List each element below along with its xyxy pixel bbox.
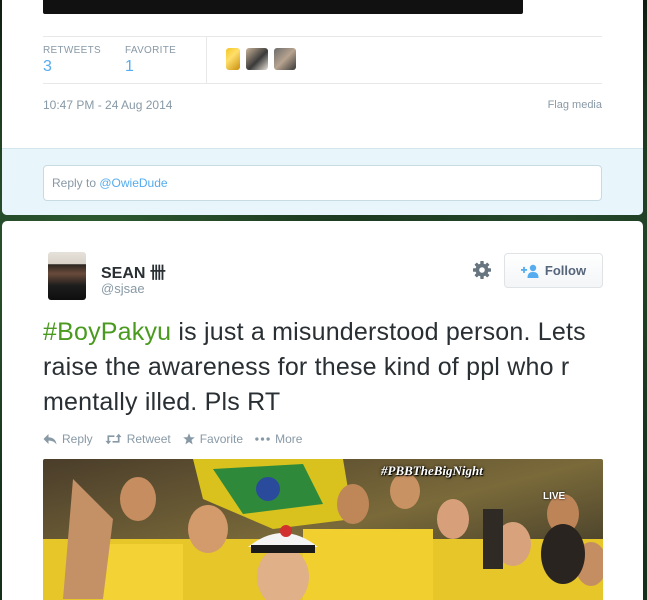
reply-action[interactable]: Reply: [43, 432, 93, 446]
media-hashtag-overlay: #PBBTheBigNight: [381, 463, 483, 478]
favoriter-avatar[interactable]: [226, 48, 240, 70]
author-name-text: SEAN: [101, 265, 146, 282]
tweet-media-photo[interactable]: #PBBTheBigNight LIVE: [43, 459, 603, 600]
hashtag-link[interactable]: #BoyPakyu: [43, 318, 171, 346]
reply-arrow-icon: [43, 434, 57, 445]
favoriter-avatar[interactable]: [274, 48, 296, 70]
previous-tweet-card: RETWEETS 3 FAVORITE 1 10:47 PM - 24 Aug …: [2, 0, 643, 215]
favoriters-avatars: [226, 48, 296, 70]
follow-button[interactable]: Follow: [504, 253, 603, 288]
tweet-timestamp: 10:47 PM - 24 Aug 2014: [43, 98, 173, 112]
favorites-stat[interactable]: FAVORITE 1: [125, 45, 176, 76]
reply-area: Reply to @OwieDude: [2, 148, 643, 215]
retweet-action[interactable]: Retweet: [105, 432, 171, 446]
tweet-text: #BoyPakyu is just a misunderstood person…: [43, 315, 603, 420]
author-name-glyph: 卌: [149, 265, 166, 282]
favorite-action[interactable]: Favorite: [182, 432, 244, 446]
follow-label: Follow: [544, 263, 587, 278]
tweet-actions: Reply Retweet Favorite More: [43, 432, 302, 446]
favorite-action-label: Favorite: [199, 432, 244, 446]
reply-mention: @OwieDude: [99, 176, 168, 190]
retweet-icon: [105, 433, 122, 445]
previous-tweet-media[interactable]: [43, 0, 523, 14]
media-live-badge: LIVE: [543, 491, 566, 502]
avatar[interactable]: [48, 252, 86, 300]
follow-person-plus-icon: [520, 264, 539, 278]
retweets-stat[interactable]: RETWEETS 3: [43, 45, 101, 76]
reply-prefix: Reply to: [52, 176, 100, 190]
author-name[interactable]: SEAN 卌: [101, 259, 166, 283]
flag-media-link[interactable]: Flag media: [548, 99, 602, 111]
retweets-label: RETWEETS: [43, 45, 101, 56]
tweet-card: SEAN 卌 @sjsae Follow #BoyPakyu is just a…: [2, 221, 643, 600]
gear-icon[interactable]: [472, 260, 492, 280]
favorites-label: FAVORITE: [125, 45, 177, 56]
more-action-label: More: [275, 432, 303, 446]
stats-divider: [206, 37, 207, 83]
more-dots-icon: [255, 437, 270, 441]
favorite-star-icon: [182, 433, 195, 445]
tweet-stats: RETWEETS 3 FAVORITE 1: [43, 36, 602, 84]
reply-action-label: Reply: [62, 432, 93, 446]
favorites-count[interactable]: 1: [125, 58, 176, 76]
retweets-count[interactable]: 3: [43, 58, 101, 76]
more-action[interactable]: More: [255, 432, 302, 446]
author-handle[interactable]: @sjsae: [101, 281, 145, 296]
favoriter-avatar[interactable]: [246, 48, 268, 70]
retweet-action-label: Retweet: [126, 432, 171, 446]
media-photo: [43, 459, 603, 600]
reply-input[interactable]: Reply to @OwieDude: [43, 165, 602, 201]
